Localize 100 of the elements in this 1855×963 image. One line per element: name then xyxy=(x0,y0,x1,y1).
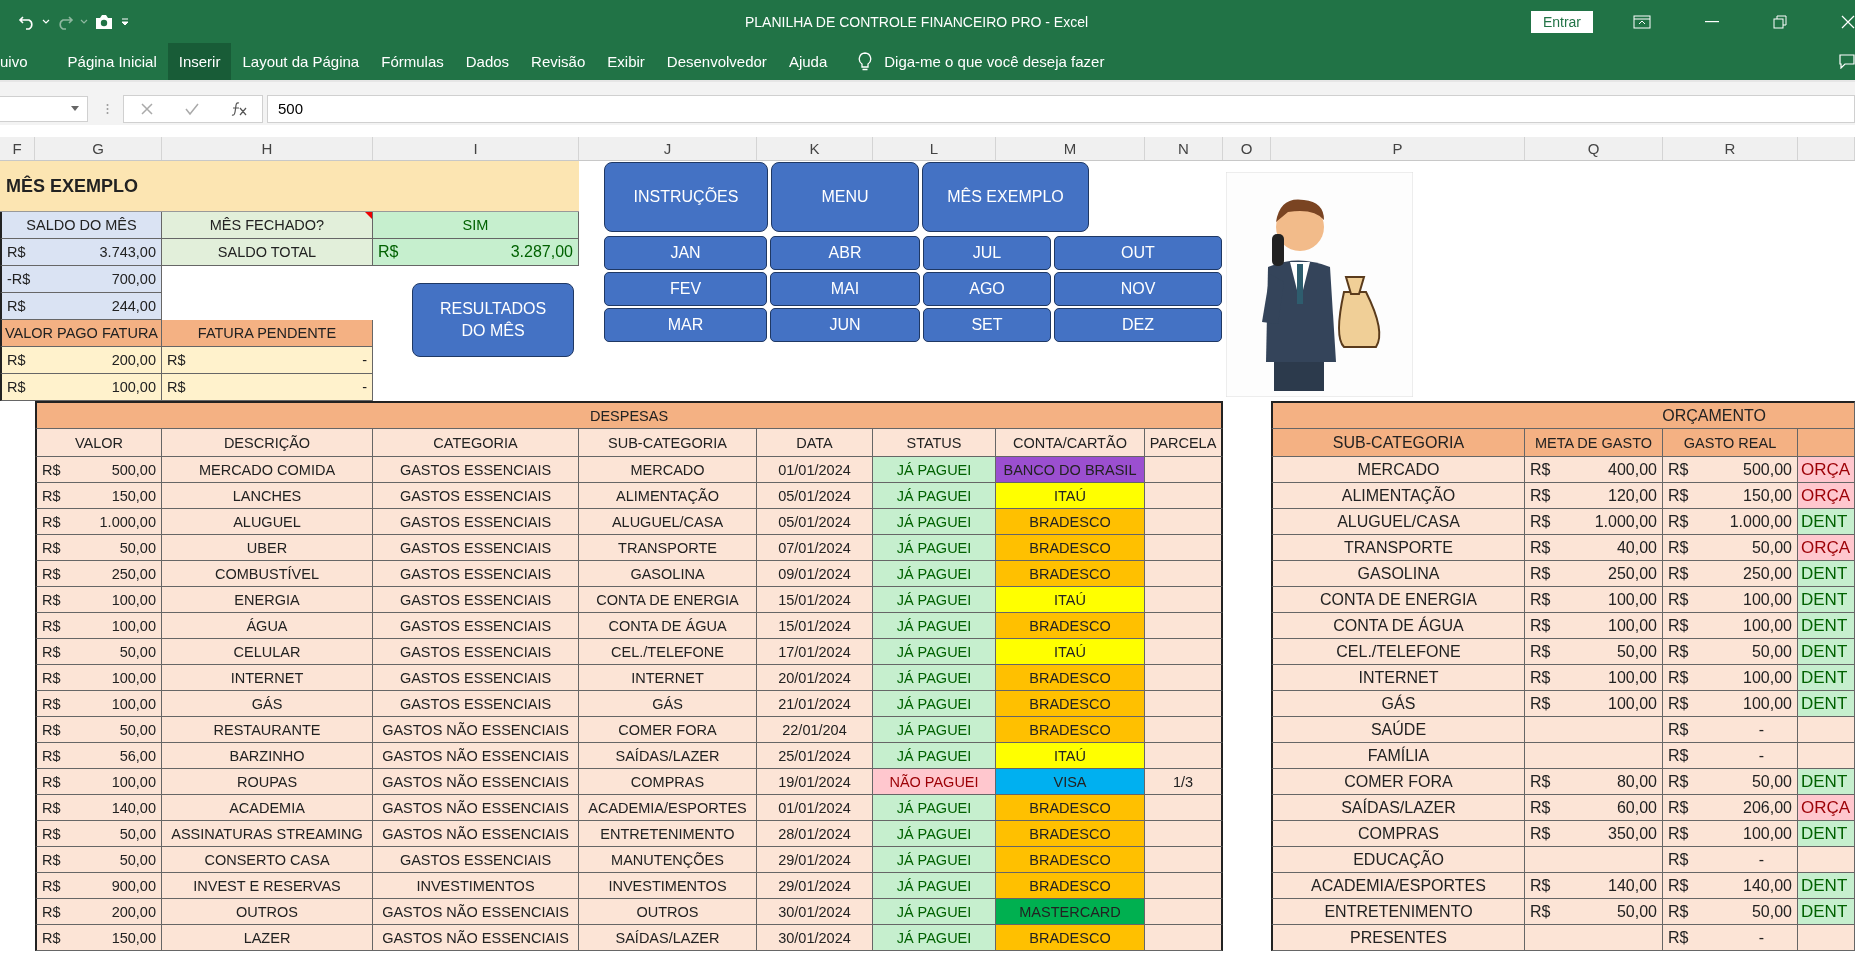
table-cell: GÁS xyxy=(162,691,373,717)
month-button[interactable]: SET xyxy=(923,308,1051,342)
status-cell: DENT xyxy=(1798,587,1855,613)
month-button[interactable]: JUL xyxy=(923,236,1051,270)
ribbon-tab[interactable]: Revisão xyxy=(520,43,597,80)
status-cell: ORÇA xyxy=(1798,795,1855,821)
month-button[interactable]: JAN xyxy=(604,236,767,270)
column-header[interactable]: F xyxy=(0,137,35,160)
amount-cell: R$ 200,00 xyxy=(35,899,162,925)
month-button[interactable]: ABR xyxy=(770,236,920,270)
month-button[interactable]: DEZ xyxy=(1054,308,1222,342)
month-button[interactable]: FEV xyxy=(604,272,767,306)
table-cell: ÁGUA xyxy=(162,613,373,639)
results-button[interactable]: RESULTADOS DO MÊS xyxy=(412,283,574,357)
table-cell: GASTOS ESSENCIAIS xyxy=(373,483,579,509)
table-cell: COMPRAS xyxy=(1271,821,1525,847)
table-cell: COMBUSTÍVEL xyxy=(162,561,373,587)
formula-input[interactable]: 500 xyxy=(267,94,1855,123)
column-header[interactable]: H xyxy=(162,137,373,160)
sign-in-button[interactable]: Entrar xyxy=(1530,10,1593,33)
month-button[interactable]: JUN xyxy=(770,308,920,342)
ribbon-tab[interactable]: Ajuda xyxy=(777,43,839,80)
amount-cell: R$ 140,00 xyxy=(1525,873,1663,899)
amount-cell: R$ 50,00 xyxy=(35,535,162,561)
account-cell: BRADESCO xyxy=(996,717,1145,743)
caret-icon[interactable] xyxy=(80,18,88,25)
table-cell: EDUCAÇÃO xyxy=(1271,847,1525,873)
table-cell: GASOLINA xyxy=(579,561,757,587)
column-header[interactable]: L xyxy=(873,137,996,160)
amount-cell: R$ 100,00 xyxy=(1525,691,1663,717)
close-icon[interactable] xyxy=(1841,14,1855,29)
tell-me-field[interactable]: Diga-me o que você deseja fazer xyxy=(884,53,1105,70)
ribbon-tab[interactable]: Dados xyxy=(454,43,521,80)
status-cell: DENT xyxy=(1798,561,1855,587)
customize-icon[interactable] xyxy=(120,16,130,27)
minimize-icon[interactable] xyxy=(1705,20,1719,23)
ribbon-tab[interactable]: Inserir xyxy=(167,43,232,80)
column-header[interactable]: Q xyxy=(1525,137,1663,160)
column-header[interactable]: R xyxy=(1663,137,1798,160)
status-cell: ORÇA xyxy=(1798,483,1855,509)
table-cell: MERCADO COMIDA xyxy=(162,457,373,483)
table-cell: SAÍDAS/LAZER xyxy=(1271,795,1525,821)
month-button[interactable]: NOV xyxy=(1054,272,1222,306)
table-cell: INVESTIMENTOS xyxy=(373,873,579,899)
restore-icon[interactable] xyxy=(1773,14,1787,29)
ribbon-tab[interactable]: uivo xyxy=(0,43,39,80)
ribbon-tab[interactable]: Desenvolvedor xyxy=(655,43,778,80)
amount-cell: R$ 50,00 xyxy=(1663,899,1798,925)
amount-cell: R$ 100,00 xyxy=(1663,691,1798,717)
ribbon-tab[interactable]: Layout da Página xyxy=(231,43,371,80)
column-header[interactable]: K xyxy=(757,137,873,160)
column-header[interactable]: M xyxy=(996,137,1145,160)
undo-icon[interactable] xyxy=(18,13,36,30)
table-cell: GASTOS ESSENCIAIS xyxy=(373,691,579,717)
table-cell: 05/01/2024 xyxy=(757,483,873,509)
amount-cell: R$ 50,00 xyxy=(1663,769,1798,795)
column-header[interactable]: I xyxy=(373,137,579,160)
ribbon-display-icon[interactable] xyxy=(1633,14,1651,29)
column-header[interactable]: O xyxy=(1223,137,1271,160)
table-cell: LANCHES xyxy=(162,483,373,509)
table-cell: ALUGUEL/CASA xyxy=(1271,509,1525,535)
column-title: CATEGORIA xyxy=(373,429,579,457)
column-header[interactable]: P xyxy=(1271,137,1525,160)
table-cell: GASTOS ESSENCIAIS xyxy=(373,587,579,613)
comment-icon[interactable] xyxy=(1839,54,1855,69)
status-cell: DENT xyxy=(1798,769,1855,795)
amount-cell: R$ 100,00 xyxy=(35,691,162,717)
ribbon-tab[interactable]: Fórmulas xyxy=(370,43,455,80)
column-header[interactable]: J xyxy=(579,137,757,160)
table-cell: ENERGIA xyxy=(162,587,373,613)
ribbon-tab[interactable]: Página Inicial xyxy=(56,43,168,80)
column-title: VALOR xyxy=(35,429,162,457)
amount-cell: R$ 100,00 xyxy=(35,665,162,691)
nav-button[interactable]: INSTRUÇÕES xyxy=(604,162,768,232)
month-button[interactable]: MAI xyxy=(770,272,920,306)
table-cell: 22/01/204 xyxy=(757,717,873,743)
camera-icon[interactable] xyxy=(94,13,114,30)
function-icon[interactable] xyxy=(230,100,248,117)
column-header[interactable]: N xyxy=(1145,137,1223,160)
check-icon[interactable] xyxy=(184,101,200,116)
month-button[interactable]: OUT xyxy=(1054,236,1222,270)
account-cell: ITAÚ xyxy=(996,483,1145,509)
status-cell: DENT xyxy=(1798,691,1855,717)
column-title: DATA xyxy=(757,429,873,457)
ribbon-tab[interactable]: Exibir xyxy=(596,43,656,80)
status-cell: JÁ PAGUEI xyxy=(873,717,996,743)
account-cell: BRADESCO xyxy=(996,613,1145,639)
amount-cell: R$ 100,00 xyxy=(35,587,162,613)
redo-icon[interactable] xyxy=(56,13,74,30)
nav-button[interactable]: MENU xyxy=(771,162,919,232)
nav-button[interactable]: MÊS EXEMPLO xyxy=(922,162,1089,232)
caret-icon[interactable] xyxy=(71,106,79,111)
month-button[interactable]: AGO xyxy=(923,272,1051,306)
lightbulb-icon[interactable] xyxy=(858,52,873,71)
amount-cell: R$ 206,00 xyxy=(1663,795,1798,821)
amount-cell: R$ - xyxy=(1663,717,1798,743)
month-button[interactable]: MAR xyxy=(604,308,767,342)
column-header[interactable]: G xyxy=(35,137,162,160)
drag-handle-icon[interactable] xyxy=(106,102,109,115)
amount-cell: R$ 3.743,00 xyxy=(0,239,162,266)
